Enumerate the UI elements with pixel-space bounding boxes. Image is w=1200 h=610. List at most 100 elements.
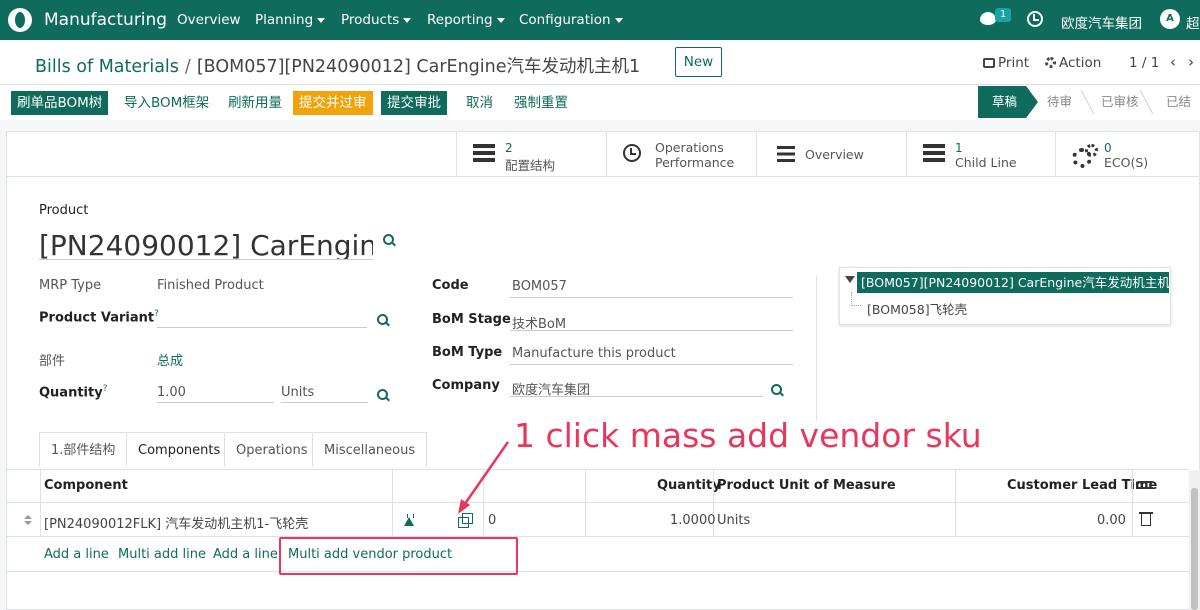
smart-button-overview[interactable]: Overview bbox=[756, 132, 906, 176]
field-underline bbox=[510, 330, 793, 331]
smart-button-label: Operations Performance bbox=[655, 140, 735, 170]
menu-configuration[interactable]: Configuration bbox=[519, 12, 623, 28]
user-name[interactable]: 超 bbox=[1186, 12, 1200, 32]
status-bar: 草稿 待审 已审核 已结案 bbox=[978, 86, 1200, 141]
stage-closed[interactable]: 已结案 bbox=[1166, 86, 1200, 141]
top-navbar: Manufacturing Overview Planning Products… bbox=[0, 0, 1200, 40]
chevron-right-icon[interactable]: › bbox=[1188, 53, 1194, 71]
field-underline bbox=[157, 402, 274, 403]
product-field[interactable]: [PN24090012] CarEngine汽车发动机主机1 bbox=[39, 224, 373, 260]
submit-approve-button[interactable]: 提交并过审 bbox=[293, 91, 373, 115]
app-switcher-icon[interactable] bbox=[8, 8, 32, 32]
force-reset-button[interactable]: 强制重置 bbox=[508, 91, 574, 115]
uom-field[interactable]: Units bbox=[281, 385, 314, 400]
mrp-type-value: Finished Product bbox=[157, 278, 264, 293]
breadcrumb-parent-link[interactable]: Bills of Materials bbox=[35, 57, 179, 77]
tab-operations[interactable]: Operations bbox=[224, 432, 320, 467]
print-icon bbox=[983, 58, 995, 68]
cell-component[interactable]: [PN24090012FLK] 汽车发动机主机1-飞轮壳 bbox=[44, 513, 308, 532]
chat-icon[interactable] bbox=[980, 12, 996, 25]
search-icon[interactable] bbox=[771, 384, 783, 396]
search-icon[interactable] bbox=[383, 234, 395, 246]
chevron-down-icon bbox=[496, 17, 505, 23]
tab-part-structure[interactable]: 1.部件结构 bbox=[39, 432, 128, 467]
cell-value[interactable]: 0 bbox=[488, 513, 496, 528]
column-header-uom[interactable]: Product Unit of Measure bbox=[717, 478, 896, 493]
smart-button-count: 0 bbox=[1104, 141, 1112, 155]
caret-down-icon[interactable] bbox=[845, 276, 855, 283]
annotation-text: 1 click mass add vendor sku bbox=[514, 416, 982, 455]
part-value[interactable]: 总成 bbox=[157, 350, 183, 369]
user-avatar[interactable]: A bbox=[1160, 9, 1180, 29]
tree-node-child[interactable]: [BOM058]飞轮壳 bbox=[867, 299, 967, 318]
multi-add-line-link[interactable]: Multi add line bbox=[118, 547, 206, 562]
stage-draft[interactable]: 草稿 bbox=[978, 86, 1038, 118]
breadcrumb-separator: / bbox=[184, 57, 191, 77]
smart-button-label: Child Line bbox=[955, 155, 1017, 170]
search-icon[interactable] bbox=[377, 389, 389, 401]
add-line-link-2[interactable]: Add a line bbox=[213, 547, 278, 562]
tab-miscellaneous[interactable]: Miscellaneous bbox=[312, 432, 428, 467]
smart-button-label: Overview bbox=[805, 147, 864, 162]
smart-button-child-line[interactable]: 1 Child Line bbox=[906, 132, 1055, 176]
list-icon bbox=[923, 144, 945, 162]
column-header-lead-time[interactable]: Customer Lead Time bbox=[1007, 478, 1157, 493]
smart-button-eco[interactable]: 0 ECO(S) bbox=[1055, 132, 1200, 176]
tree-node-root[interactable]: [BOM057][PN24090012] CarEngine汽车发动机主机1 bbox=[857, 272, 1169, 293]
column-header-component[interactable]: Component bbox=[44, 478, 128, 493]
field-underline bbox=[281, 402, 368, 403]
activity-clock-icon[interactable] bbox=[1027, 11, 1043, 27]
mrp-type-label: MRP Type bbox=[39, 278, 102, 293]
form-sheet bbox=[6, 131, 1200, 610]
bars-icon bbox=[777, 146, 795, 162]
scrollbar-thumb[interactable] bbox=[1191, 488, 1198, 610]
field-underline bbox=[510, 364, 793, 365]
bom-type-field[interactable]: Manufacture this product bbox=[512, 346, 676, 361]
new-button[interactable]: New bbox=[675, 47, 722, 77]
menu-products[interactable]: Products bbox=[341, 12, 412, 28]
menu-overview[interactable]: Overview bbox=[177, 12, 241, 28]
refresh-bom-tree-button[interactable]: 刷单品BOM树 bbox=[11, 91, 109, 115]
cell-quantity[interactable]: 1.0000 bbox=[670, 513, 716, 528]
smart-button-count: 1 bbox=[955, 141, 963, 155]
code-field[interactable]: BOM057 bbox=[512, 279, 567, 294]
print-button[interactable]: Print bbox=[983, 55, 1029, 71]
breadcrumb-current: [BOM057][PN24090012] CarEngine汽车发动机主机1 bbox=[196, 57, 641, 77]
copy-icon[interactable] bbox=[458, 513, 473, 528]
trash-icon[interactable] bbox=[1139, 512, 1153, 526]
list-icon bbox=[473, 144, 495, 162]
action-button[interactable]: Action bbox=[1045, 55, 1101, 71]
cell-lead-time[interactable]: 0.00 bbox=[1097, 513, 1126, 528]
column-header-quantity[interactable]: Quantity bbox=[657, 478, 721, 493]
annotation-highlight-box bbox=[279, 537, 518, 575]
cell-uom[interactable]: Units bbox=[717, 513, 750, 528]
company-switcher[interactable]: 欧度汽车集团 bbox=[1061, 12, 1142, 32]
smart-button-operations-performance[interactable]: Operations Performance bbox=[606, 132, 756, 176]
flask-icon[interactable] bbox=[404, 514, 415, 526]
drag-handle-icon[interactable] bbox=[24, 515, 32, 525]
product-label: Product bbox=[39, 203, 89, 218]
chevron-left-icon[interactable]: ‹ bbox=[1170, 53, 1176, 71]
smart-button-config-structure[interactable]: 2 配置结构 bbox=[456, 132, 606, 176]
search-icon[interactable] bbox=[377, 314, 389, 326]
bom-stage-label: BoM Stage bbox=[432, 312, 511, 327]
quantity-field[interactable]: 1.00 bbox=[157, 385, 186, 400]
submit-review-button[interactable]: 提交审批 bbox=[381, 91, 447, 115]
smart-button-label: 配置结构 bbox=[505, 158, 556, 173]
menu-reporting[interactable]: Reporting bbox=[427, 12, 505, 28]
tab-components[interactable]: Components bbox=[126, 432, 233, 467]
chevron-down-icon bbox=[403, 17, 412, 23]
part-label: 部件 bbox=[39, 354, 66, 369]
cancel-button[interactable]: 取消 bbox=[460, 91, 499, 115]
column-settings-icon[interactable] bbox=[1138, 479, 1153, 491]
divider bbox=[0, 84, 1200, 85]
add-line-link[interactable]: Add a line bbox=[44, 547, 109, 562]
app-name[interactable]: Manufacturing bbox=[44, 10, 167, 30]
button-box-divider bbox=[7, 176, 1200, 177]
refresh-usage-button[interactable]: 刷新用量 bbox=[222, 91, 288, 115]
import-bom-frame-button[interactable]: 导入BOM框架 bbox=[118, 91, 215, 115]
pager-value[interactable]: 1 / 1 bbox=[1129, 55, 1159, 71]
product-variant-label: Product Variant? bbox=[39, 309, 159, 326]
menu-planning[interactable]: Planning bbox=[255, 12, 326, 28]
chevron-down-icon bbox=[614, 17, 623, 23]
